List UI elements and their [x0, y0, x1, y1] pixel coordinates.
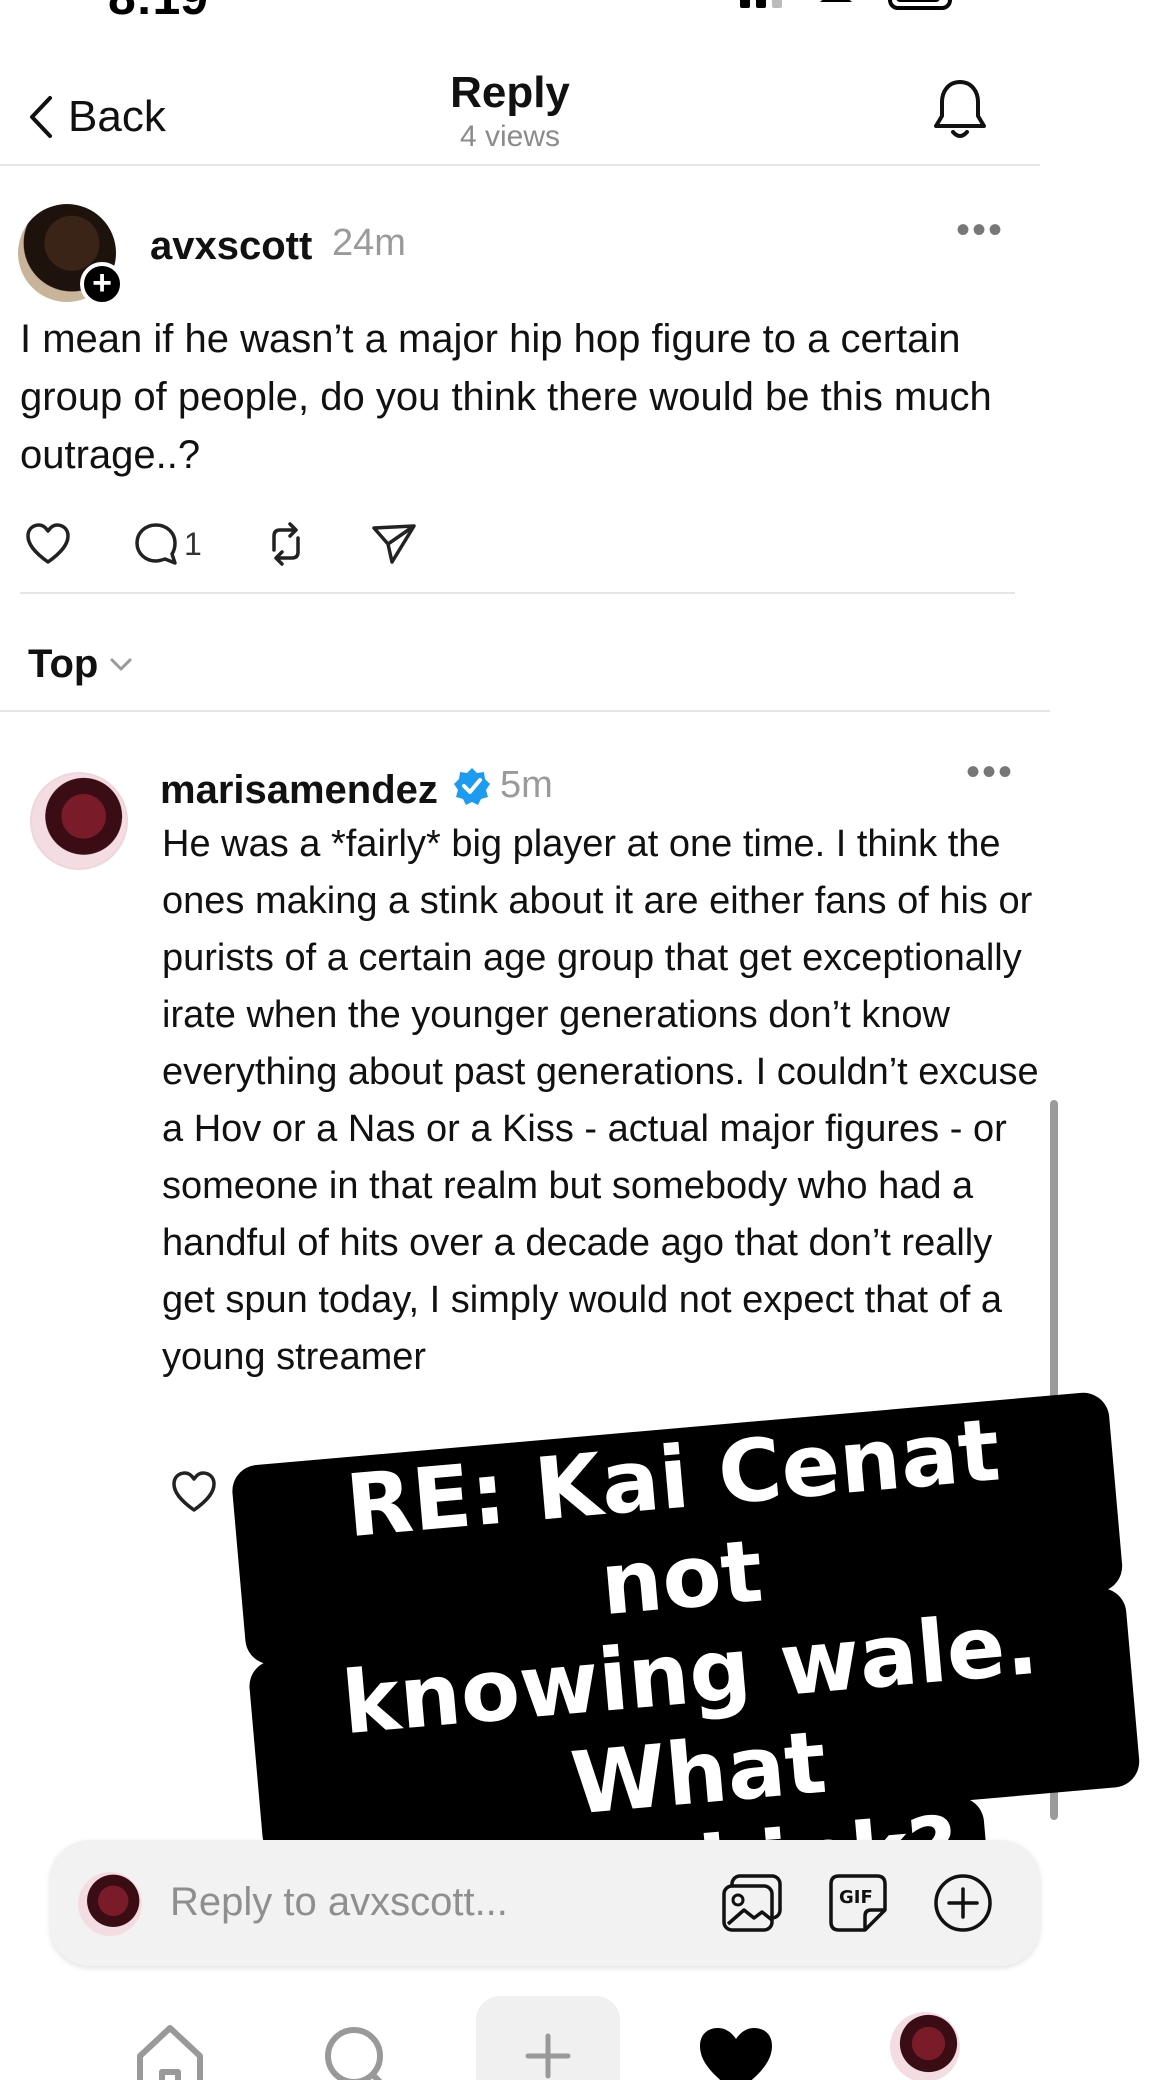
post-username[interactable]: avxscott	[150, 224, 312, 269]
post-actions: 1	[24, 520, 478, 568]
view-count: 4 views	[459, 120, 561, 153]
reply-text: He was a *fairly* big player at one time…	[162, 823, 1039, 1378]
chevron-left-icon	[30, 96, 52, 138]
divider	[20, 592, 1015, 594]
comment-count: 1	[184, 525, 202, 562]
header: Back Reply 4 views	[0, 60, 1040, 166]
profile-tab-avatar[interactable]	[890, 2012, 960, 2080]
header-title-group: Reply 4 views	[380, 68, 640, 154]
tab-bar	[0, 1990, 1040, 2080]
sort-label: Top	[28, 642, 99, 686]
status-time: 8:19	[108, 0, 208, 26]
follow-plus-icon[interactable]: +	[80, 262, 124, 306]
more-options-icon[interactable]: •••	[966, 752, 1014, 792]
comment-button[interactable]: 1	[132, 520, 202, 568]
reply-username[interactable]: marisamendez	[160, 768, 438, 813]
new-post-button[interactable]	[476, 1996, 620, 2080]
avatar[interactable]	[30, 772, 128, 870]
status-bar: 8:19	[0, 0, 1170, 40]
gallery-icon[interactable]	[720, 1870, 786, 1936]
sort-dropdown[interactable]: Top	[28, 642, 136, 687]
bell-icon[interactable]	[928, 74, 992, 144]
back-label: Back	[68, 92, 166, 141]
verified-badge-icon	[454, 768, 490, 805]
home-icon[interactable]	[130, 2020, 210, 2080]
reply-timestamp: 5m	[500, 764, 553, 806]
heart-icon	[26, 523, 70, 564]
gif-icon[interactable]: GIF	[825, 1870, 891, 1936]
reply-input[interactable]	[170, 1870, 730, 1934]
svg-text:GIF: GIF	[839, 1887, 873, 1908]
post-text: I mean if he wasn’t a major hip hop figu…	[20, 317, 992, 477]
back-button[interactable]: Back	[22, 92, 166, 142]
send-icon	[372, 524, 416, 564]
avatar	[78, 1872, 142, 1936]
page-title: Reply	[450, 68, 570, 117]
share-button[interactable]	[370, 520, 418, 568]
plus-circle-icon[interactable]	[930, 1870, 996, 1936]
like-button[interactable]	[24, 520, 72, 568]
comment-icon	[135, 523, 177, 565]
search-icon[interactable]	[318, 2020, 398, 2080]
plus-icon	[525, 2033, 571, 2079]
repost-icon	[272, 522, 300, 566]
divider	[0, 710, 1050, 712]
repost-button[interactable]	[262, 520, 310, 568]
heart-filled-icon[interactable]	[696, 2020, 776, 2080]
chevron-down-icon	[110, 658, 132, 670]
like-button[interactable]	[170, 1468, 218, 1516]
post-timestamp: 24m	[332, 222, 406, 264]
status-icons	[740, 0, 952, 10]
more-options-icon[interactable]: •••	[956, 210, 1004, 250]
reply-composer: GIF	[50, 1840, 1040, 1966]
heart-icon	[172, 1471, 216, 1512]
